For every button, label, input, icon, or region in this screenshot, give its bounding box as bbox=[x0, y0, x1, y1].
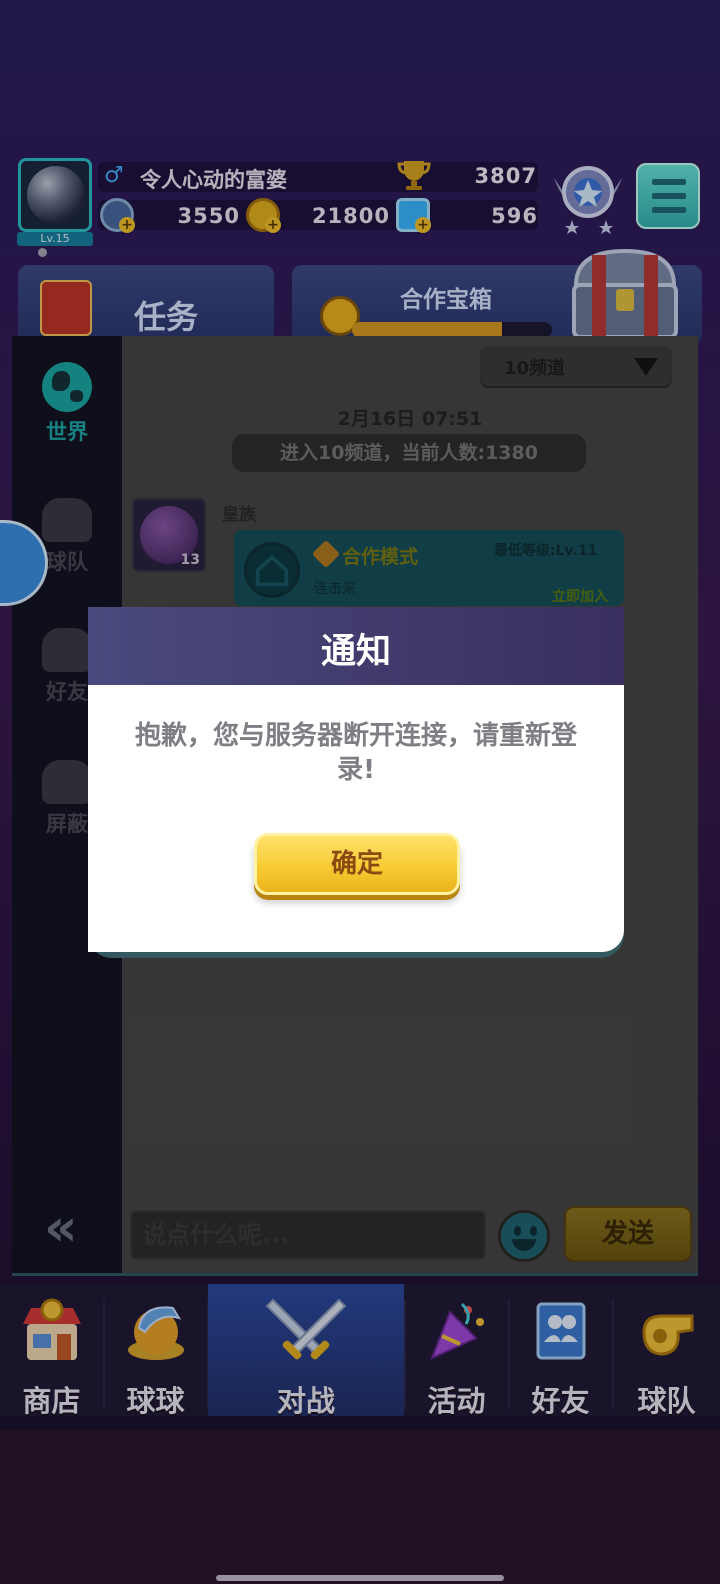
dialog-message: 抱歉，您与服务器断开连接，请重新登录! bbox=[134, 721, 577, 785]
confirm-button[interactable]: 确定 bbox=[254, 833, 460, 895]
bottom-background bbox=[0, 1430, 720, 1584]
home-indicator[interactable] bbox=[216, 1575, 504, 1581]
notification-dialog: 通知 抱歉，您与服务器断开连接，请重新登录! 确定 bbox=[88, 607, 624, 952]
dialog-title: 通知 bbox=[320, 632, 391, 672]
